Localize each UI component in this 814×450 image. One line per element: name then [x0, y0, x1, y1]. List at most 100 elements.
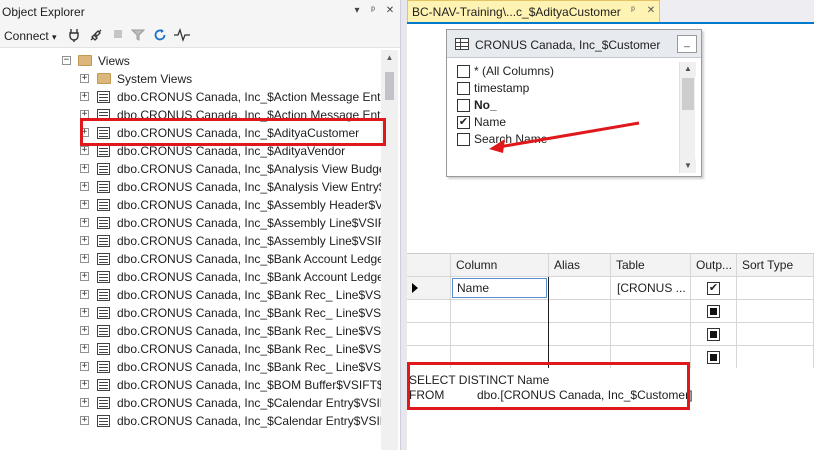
close-icon[interactable]: ✕ [383, 4, 397, 18]
grid-cell-table[interactable]: [CRONUS ... [611, 277, 691, 300]
tree-node-views[interactable]: − Views [0, 52, 381, 70]
expand-icon[interactable]: + [80, 236, 89, 245]
pin-icon[interactable]: ᵖ [626, 4, 640, 18]
grid-cell-alias[interactable] [549, 300, 611, 323]
tree-node-view[interactable]: + dbo.CRONUS Canada, Inc_$Bank Rec_ Line$… [0, 304, 381, 322]
activity-monitor-icon[interactable] [174, 28, 190, 44]
panel-splitter[interactable] [400, 0, 407, 450]
grid-cell-alias[interactable] [549, 323, 611, 346]
grid-cell-sort-type[interactable] [737, 300, 814, 323]
grid-cell-column[interactable] [451, 300, 549, 323]
tree-node-view[interactable]: + dbo.CRONUS Canada, Inc_$Analysis View E… [0, 178, 381, 196]
tab-view-adityacustomer[interactable]: BC-NAV-Training\...c_$AdityaCustomer ᵖ ✕ [407, 0, 660, 22]
output-checkbox-indeterminate[interactable] [707, 351, 720, 364]
grid-header-alias[interactable]: Alias [549, 254, 611, 277]
expand-icon[interactable]: + [80, 308, 89, 317]
expand-icon[interactable]: + [80, 146, 89, 155]
scrollbar-thumb[interactable] [385, 72, 394, 100]
output-checkbox-indeterminate[interactable] [707, 305, 720, 318]
scrollbar-thumb[interactable] [682, 78, 694, 110]
disconnect-icon[interactable] [88, 28, 104, 44]
column-checkbox[interactable] [457, 133, 470, 146]
grid-cell-sort-type[interactable] [737, 323, 814, 346]
expand-icon[interactable]: + [80, 182, 89, 191]
diagram-pane[interactable]: CRONUS Canada, Inc_$Customer _ * (All Co… [407, 24, 814, 274]
table-box-header[interactable]: CRONUS Canada, Inc_$Customer _ [447, 30, 701, 58]
expand-icon[interactable]: + [80, 74, 89, 83]
expand-icon[interactable]: + [80, 254, 89, 263]
expand-icon[interactable]: + [80, 380, 89, 389]
expand-icon[interactable]: + [80, 416, 89, 425]
tree-node-view[interactable]: + dbo.CRONUS Canada, Inc_$Bank Rec_ Line$… [0, 286, 381, 304]
scroll-up-icon[interactable]: ▲ [680, 62, 696, 76]
column-checkbox[interactable] [457, 65, 470, 78]
tree-node-view[interactable]: + dbo.CRONUS Canada, Inc_$Calendar Entry$… [0, 412, 381, 430]
tree-node-view[interactable]: + dbo.CRONUS Canada, Inc_$Calendar Entry$… [0, 394, 381, 412]
column-checkbox[interactable] [457, 82, 470, 95]
auto-hide-pin-icon[interactable]: ᵖ [366, 4, 380, 18]
expand-icon[interactable]: + [80, 362, 89, 371]
connect-button[interactable]: Connect ▾ [4, 28, 57, 44]
column-list-scrollbar[interactable]: ▲ ▼ [679, 62, 696, 173]
column-checkbox-checked[interactable]: ✔ [457, 116, 470, 129]
sql-pane[interactable]: SELECT DISTINCT Name FROM dbo.[CRONUS Ca… [407, 362, 814, 450]
column-item-all-columns[interactable]: * (All Columns) [457, 63, 677, 80]
criteria-grid[interactable]: Column Alias Table Outp... Sort Type Nam… [407, 253, 814, 369]
grid-header-column[interactable]: Column [451, 254, 549, 277]
object-explorer-scrollbar[interactable]: ▲ [381, 50, 398, 450]
tree-node-view[interactable]: + dbo.CRONUS Canada, Inc_$Analysis View B… [0, 160, 381, 178]
stop-icon[interactable] [110, 28, 126, 44]
tree-node-view[interactable]: + dbo.CRONUS Canada, Inc_$Bank Rec_ Line$… [0, 322, 381, 340]
column-checkbox[interactable] [457, 99, 470, 112]
window-position-icon[interactable]: ▾ [350, 4, 364, 18]
grid-cell-output[interactable]: ✔ [691, 277, 737, 300]
tree-node-view[interactable]: + dbo.CRONUS Canada, Inc_$Assembly Header… [0, 196, 381, 214]
row-selector[interactable] [407, 323, 451, 346]
grid-cell-sort-type[interactable] [737, 277, 814, 300]
grid-header-output[interactable]: Outp... [691, 254, 737, 277]
collapse-icon[interactable]: − [62, 56, 71, 65]
row-selector[interactable] [407, 300, 451, 323]
expand-icon[interactable]: + [80, 164, 89, 173]
tree-node-view[interactable]: + dbo.CRONUS Canada, Inc_$BOM Buffer$VSIF… [0, 376, 381, 394]
tree-node-view[interactable]: + dbo.CRONUS Canada, Inc_$Assembly Line$V… [0, 232, 381, 250]
tree-node-view[interactable]: + dbo.CRONUS Canada, Inc_$Action Message … [0, 88, 381, 106]
expand-icon[interactable]: + [80, 398, 89, 407]
tree-node-view[interactable]: + dbo.CRONUS Canada, Inc_$Assembly Line$V… [0, 214, 381, 232]
grid-cell-output[interactable] [691, 300, 737, 323]
grid-cell-output[interactable] [691, 346, 737, 369]
expand-icon[interactable]: + [80, 326, 89, 335]
grid-header-sort-type[interactable]: Sort Type [737, 254, 814, 277]
grid-cell-table[interactable] [611, 323, 691, 346]
expand-icon[interactable]: + [80, 344, 89, 353]
scroll-up-icon[interactable]: ▲ [381, 50, 398, 66]
connect-object-explorer-icon[interactable] [66, 28, 82, 44]
expand-icon[interactable]: + [80, 218, 89, 227]
tree-node-view[interactable]: + dbo.CRONUS Canada, Inc_$Bank Rec_ Line$… [0, 340, 381, 358]
expand-icon[interactable]: + [80, 92, 89, 101]
grid-cell-column[interactable] [451, 323, 549, 346]
row-selector[interactable] [407, 277, 451, 300]
minimize-button[interactable]: _ [677, 35, 697, 53]
scroll-down-icon[interactable]: ▼ [680, 159, 696, 173]
grid-cell-column[interactable]: Name [451, 277, 549, 300]
grid-header-table[interactable]: Table [611, 254, 691, 277]
refresh-icon[interactable] [152, 28, 168, 44]
close-icon[interactable]: ✕ [644, 4, 658, 18]
grid-cell-sort-type[interactable] [737, 346, 814, 369]
output-checkbox-checked[interactable]: ✔ [707, 282, 720, 295]
grid-cell-table[interactable] [611, 300, 691, 323]
expand-icon[interactable]: + [80, 272, 89, 281]
grid-cell-output[interactable] [691, 323, 737, 346]
grid-cell-alias[interactable] [549, 277, 611, 300]
tree-node-view[interactable]: + dbo.CRONUS Canada, Inc_$Bank Account Le… [0, 268, 381, 286]
column-item-timestamp[interactable]: timestamp [457, 80, 677, 97]
tree-node-system-views[interactable]: + System Views [0, 70, 381, 88]
object-explorer-tree[interactable]: − Views + System Views + dbo.CRONUS Canad… [0, 50, 381, 450]
output-checkbox-indeterminate[interactable] [707, 328, 720, 341]
column-item-no[interactable]: No_ [457, 97, 677, 114]
expand-icon[interactable]: + [80, 200, 89, 209]
expand-icon[interactable]: + [80, 290, 89, 299]
tree-node-view[interactable]: + dbo.CRONUS Canada, Inc_$Bank Rec_ Line$… [0, 358, 381, 376]
filter-icon[interactable] [130, 28, 146, 44]
